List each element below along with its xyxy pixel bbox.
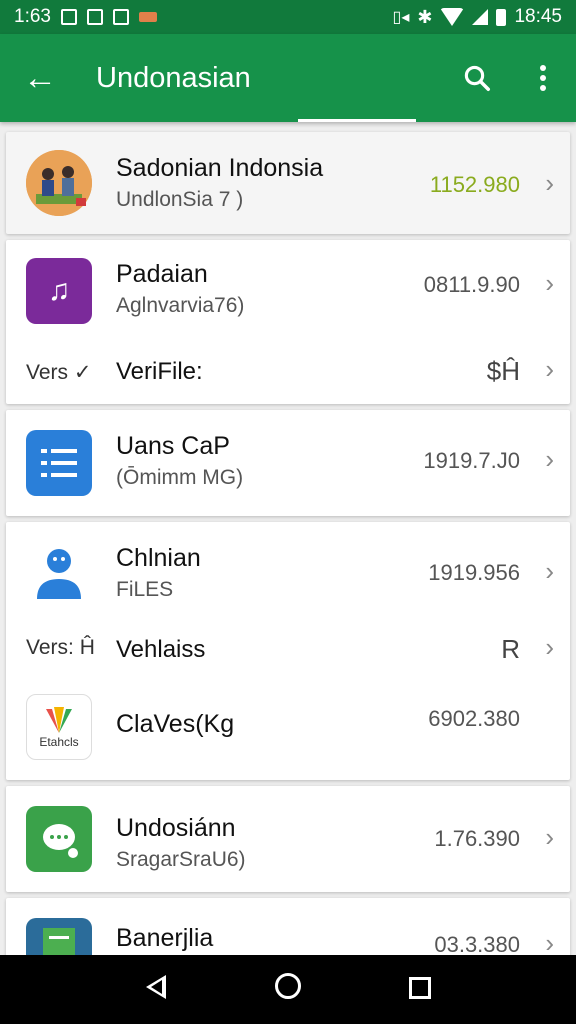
more-vert-icon: [540, 65, 546, 91]
app-subtitle: UndlonSia 7 ): [116, 188, 244, 211]
logo-label: Etahcls: [39, 735, 79, 749]
bluetooth-icon: ✱: [417, 6, 433, 27]
chat-bubble-icon: [26, 806, 92, 872]
app-name: Undosiánn: [116, 814, 236, 842]
app-size: 1919.956: [428, 560, 520, 585]
more-options-button[interactable]: [510, 34, 576, 122]
nav-recents-button[interactable]: [390, 974, 450, 1006]
image-icon: [112, 9, 129, 25]
nav-home-icon: [275, 973, 301, 999]
back-button[interactable]: ←: [0, 34, 80, 122]
tab-indicator: [298, 119, 416, 122]
nav-recents-icon: [409, 976, 431, 999]
nav-back-button[interactable]: [126, 974, 186, 1006]
status-bar: 1:63 ▯◂ ✱ 18:45: [0, 0, 576, 34]
app-subtitle: (Ōmimm MG): [116, 466, 244, 489]
list-item[interactable]: Chlnian FiLES 1919.956 › Vers: Ĥ Vehlais…: [6, 522, 570, 780]
signal-icon: [472, 9, 489, 25]
multicolor-logo-icon: Etahcls: [26, 694, 92, 760]
arrow-left-icon: ←: [23, 58, 57, 97]
app-bar: ← Undonasian: [0, 34, 576, 122]
app-name: Sadonian Indonsia: [116, 154, 324, 182]
app-name: Chlnian: [116, 544, 201, 572]
list-item[interactable]: ♫ Padaian Aglnvarvia76) 0811.9.90 › Vers…: [6, 240, 570, 404]
app-subtitle: SragarSraU6): [116, 848, 246, 871]
list-document-icon: [26, 430, 92, 496]
nav-back-icon: [146, 974, 166, 999]
nav-home-button[interactable]: [258, 973, 318, 1006]
app-size: 0811.9.90: [423, 272, 520, 297]
chevron-right-icon: ›: [545, 556, 554, 586]
chevron-right-icon: ›: [545, 632, 554, 662]
version-label: Vers ✓: [26, 361, 92, 384]
list-item[interactable]: Banerjlia 03.3.380 ›: [6, 898, 570, 958]
app-size: 6902.380: [428, 706, 520, 731]
person-icon: [26, 540, 92, 606]
version-symbol: $Ĥ: [486, 356, 520, 386]
app-subtitle: Aglnvarvia76): [116, 294, 245, 317]
people-illustration-icon: [26, 150, 92, 216]
version-symbol: R: [501, 634, 520, 664]
chevron-right-icon: ›: [545, 444, 554, 474]
app-name: Banerjlia: [116, 924, 214, 952]
app-size: 1.76.390: [434, 826, 520, 851]
version-name: Vehlaiss: [116, 636, 206, 663]
list-item[interactable]: Undosiánn SragarSraU6) 1.76.390 ›: [6, 786, 570, 892]
status-right: ▯◂ ✱ 18:45: [393, 6, 562, 28]
notification-icon: [60, 9, 77, 25]
app-name: Uans CaP: [116, 432, 230, 460]
version-label: Vers: Ĥ: [26, 636, 95, 659]
app-name: ClaVes(Kg: [116, 710, 235, 738]
chevron-right-icon: ›: [545, 168, 554, 198]
document-icon: [26, 918, 92, 958]
music-note-icon: ♫: [26, 258, 92, 324]
search-icon: [464, 65, 490, 91]
status-left: 1:63: [14, 6, 393, 28]
app-size: 1152.980: [429, 172, 520, 197]
vibrate-icon: ▯◂: [392, 9, 410, 26]
chevron-right-icon: ›: [545, 822, 554, 852]
page-title: Undonasian: [96, 61, 251, 94]
list-item[interactable]: Uans CaP (Ōmimm MG) 1919.7.J0 ›: [6, 410, 570, 516]
app-notification-icon: [138, 12, 157, 22]
battery-icon: [496, 8, 507, 26]
search-button[interactable]: [444, 34, 510, 122]
chevron-right-icon: ›: [545, 268, 554, 298]
status-time-right: 18:45: [514, 6, 562, 27]
status-time-left: 1:63: [14, 6, 51, 27]
app-size: 1919.7.J0: [423, 448, 520, 473]
notification-icon: [86, 9, 103, 25]
navigation-bar: [0, 955, 576, 1024]
app-subtitle: FiLES: [116, 578, 174, 601]
list-item[interactable]: Sadonian Indonsia UndlonSia 7 ) 1152.980…: [6, 132, 570, 234]
app-name: Padaian: [116, 260, 208, 288]
version-name: VeriFile:: [116, 358, 203, 385]
chevron-right-icon: ›: [545, 354, 554, 384]
wifi-icon: [440, 8, 465, 26]
